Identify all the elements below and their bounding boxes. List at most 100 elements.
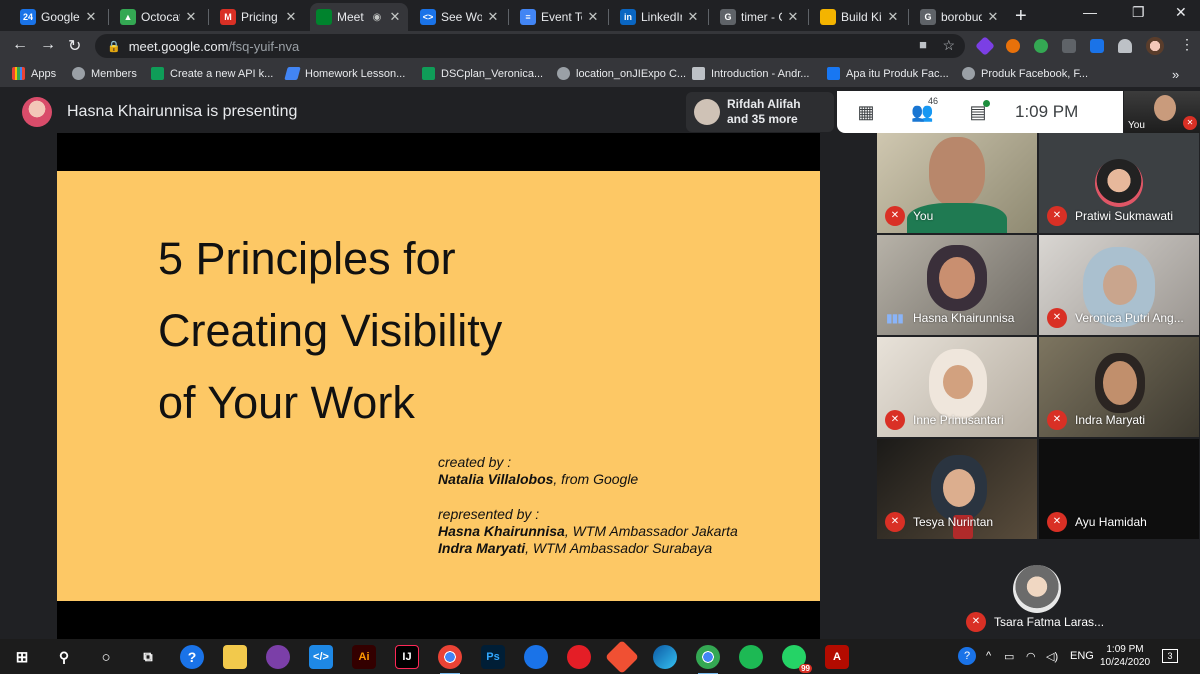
- mic-off-icon: ✕: [885, 206, 905, 226]
- more-bookmarks-button[interactable]: »: [1172, 67, 1179, 82]
- tab-borobudur[interactable]: G borobud ✕: [914, 3, 1006, 31]
- tab-see-women[interactable]: <> See Wom ✕: [414, 3, 506, 31]
- people-icon[interactable]: 👥 46: [911, 96, 938, 123]
- participant-tile[interactable]: ✕ Ayu Hamidah: [1039, 439, 1199, 539]
- slide: 5 Principles for Creating Visibility of …: [57, 171, 820, 601]
- puzzle-icon[interactable]: [1118, 39, 1132, 53]
- vscode-icon[interactable]: </>: [309, 645, 333, 669]
- close-icon[interactable]: ✕: [486, 9, 500, 25]
- creator-line: Natalia Villalobos, from Google: [438, 471, 639, 487]
- whatsapp-badge: 99: [799, 664, 812, 673]
- bookmark-apps[interactable]: Apps: [12, 67, 56, 80]
- windows-start-icon[interactable]: ⊞: [10, 645, 34, 669]
- close-window-button[interactable]: ✕: [1175, 4, 1187, 21]
- bookmark-location[interactable]: location_onJIExpo C...: [557, 67, 686, 80]
- close-icon[interactable]: ✕: [84, 9, 98, 25]
- cast-icon[interactable]: [1090, 39, 1104, 53]
- extension-icon[interactable]: [1006, 39, 1020, 53]
- file-explorer-icon[interactable]: [223, 645, 247, 669]
- tab-linkedin[interactable]: in LinkedIn ✕: [614, 3, 706, 31]
- participant-tile[interactable]: ✕ Tsara Fatma Laras...: [958, 539, 1118, 639]
- self-view-thumbnail[interactable]: You ✕: [1124, 91, 1200, 133]
- chrome-icon[interactable]: [696, 645, 720, 674]
- participant-tile[interactable]: ✕ Inne Prinusantari: [877, 337, 1037, 437]
- extension-icon[interactable]: [1062, 39, 1076, 53]
- taskbar-clock[interactable]: 1:09 PM 10/24/2020: [1097, 643, 1153, 669]
- intellij-icon[interactable]: IJ: [395, 645, 419, 669]
- tab-pricing[interactable]: M Pricing | ✕: [214, 3, 304, 31]
- bookmark-dscplan[interactable]: DSCplan_Veronica...: [422, 67, 543, 80]
- tab-octocat[interactable]: ▲ Octocat ✕: [114, 3, 204, 31]
- address-bar[interactable]: 🔒 meet.google.com /fsq-yuif-nva ■ ☆: [95, 34, 965, 58]
- participant-tile[interactable]: ✕ Indra Maryati: [1039, 337, 1199, 437]
- bookmark-star-icon[interactable]: ☆: [942, 37, 955, 54]
- grammarly-icon[interactable]: [1034, 39, 1048, 53]
- participant-tile[interactable]: ▮▮▮ Hasna Khairunnisa: [877, 235, 1037, 335]
- reload-button[interactable]: ↻: [68, 36, 81, 56]
- spotify-icon[interactable]: [739, 645, 763, 669]
- help-icon[interactable]: ?: [180, 645, 204, 669]
- new-tab-button[interactable]: +: [1015, 5, 1027, 28]
- bookmark-homework[interactable]: Homework Lesson...: [284, 67, 405, 80]
- creative-cloud-icon[interactable]: [567, 645, 591, 669]
- app-icon[interactable]: [266, 645, 290, 669]
- chevron-up-icon[interactable]: ^: [986, 650, 991, 662]
- presenter1-line: Hasna Khairunnisa, WTM Ambassador Jakart…: [438, 523, 738, 539]
- tab-event[interactable]: ≡ Event Ter ✕: [514, 3, 606, 31]
- chat-icon[interactable]: ▤: [967, 99, 990, 123]
- close-icon[interactable]: ✕: [284, 9, 298, 25]
- code-icon: <>: [420, 9, 436, 25]
- bookmark-introduction[interactable]: Introduction - Andr...: [692, 67, 809, 80]
- bookmark-facebook-product[interactable]: Apa itu Produk Fac...: [827, 67, 949, 80]
- wifi-icon[interactable]: ◠: [1026, 650, 1036, 663]
- menu-icon[interactable]: ⋮: [1180, 36, 1194, 53]
- whatsapp-icon[interactable]: 99: [782, 645, 812, 673]
- layout-grid-icon[interactable]: ▦: [855, 102, 877, 123]
- illustrator-icon[interactable]: Ai: [352, 645, 376, 669]
- participant-tile[interactable]: ✕ You: [877, 133, 1037, 233]
- other-participants-chip[interactable]: Rifdah Alifah and 35 more: [686, 92, 834, 132]
- tab-meet[interactable]: Meet ◉ ✕: [310, 3, 408, 31]
- battery-icon[interactable]: ▭: [1004, 650, 1014, 663]
- language-indicator[interactable]: ENG: [1070, 650, 1094, 662]
- notifications-icon[interactable]: 3: [1162, 649, 1178, 663]
- back-button[interactable]: ←: [12, 36, 28, 54]
- photoshop-icon[interactable]: Ps: [481, 645, 505, 669]
- participant-tile[interactable]: ✕ Veronica Putri Ang...: [1039, 235, 1199, 335]
- task-view-icon[interactable]: ⧉: [136, 645, 160, 669]
- chrome-icon[interactable]: [438, 645, 462, 674]
- forward-button[interactable]: →: [40, 36, 56, 54]
- app-icon[interactable]: [524, 645, 548, 669]
- help-tray-icon[interactable]: ?: [958, 647, 976, 665]
- close-icon[interactable]: ✕: [388, 9, 402, 25]
- close-icon[interactable]: ✕: [886, 9, 900, 25]
- bookmark-api[interactable]: Create a new API k...: [151, 67, 273, 80]
- close-icon[interactable]: ✕: [686, 9, 700, 25]
- bookmark-members[interactable]: Members: [72, 67, 137, 80]
- profile-avatar[interactable]: [1146, 37, 1164, 55]
- close-icon[interactable]: ✕: [786, 9, 800, 25]
- mic-off-icon: ✕: [1183, 116, 1197, 130]
- restore-button[interactable]: ❐: [1132, 4, 1145, 21]
- search-icon[interactable]: ⚲: [52, 645, 76, 669]
- acrobat-icon[interactable]: A: [825, 645, 849, 669]
- cortana-icon[interactable]: ○: [94, 645, 118, 669]
- participant-tile[interactable]: ✕ Pratiwi Sukmawati: [1039, 133, 1199, 233]
- minimize-button[interactable]: —: [1083, 4, 1097, 20]
- extension-icon[interactable]: [975, 36, 995, 56]
- bookmark-facebook-products[interactable]: Produk Facebook, F...: [962, 67, 1088, 80]
- close-icon[interactable]: ✕: [586, 9, 600, 25]
- camera-icon[interactable]: ■: [919, 37, 927, 52]
- tab-timer[interactable]: G timer - G ✕: [714, 3, 806, 31]
- close-icon[interactable]: ✕: [986, 9, 1000, 25]
- tab-build-kill[interactable]: Build Kill ✕: [814, 3, 906, 31]
- volume-icon[interactable]: ◁): [1046, 650, 1058, 663]
- meet-top-bar: ▦ 👥 46 ▤ 1:09 PM: [837, 91, 1123, 133]
- participant-name: Ayu Hamidah: [1075, 515, 1147, 529]
- meeting-clock: 1:09 PM: [1015, 102, 1079, 121]
- edge-icon[interactable]: [653, 645, 677, 669]
- close-icon[interactable]: ✕: [184, 9, 198, 25]
- participant-tile[interactable]: ✕ Tesya Nurintan: [877, 439, 1037, 539]
- tab-google-calendar[interactable]: 24 Google C ✕: [14, 3, 104, 31]
- git-icon[interactable]: [605, 640, 639, 674]
